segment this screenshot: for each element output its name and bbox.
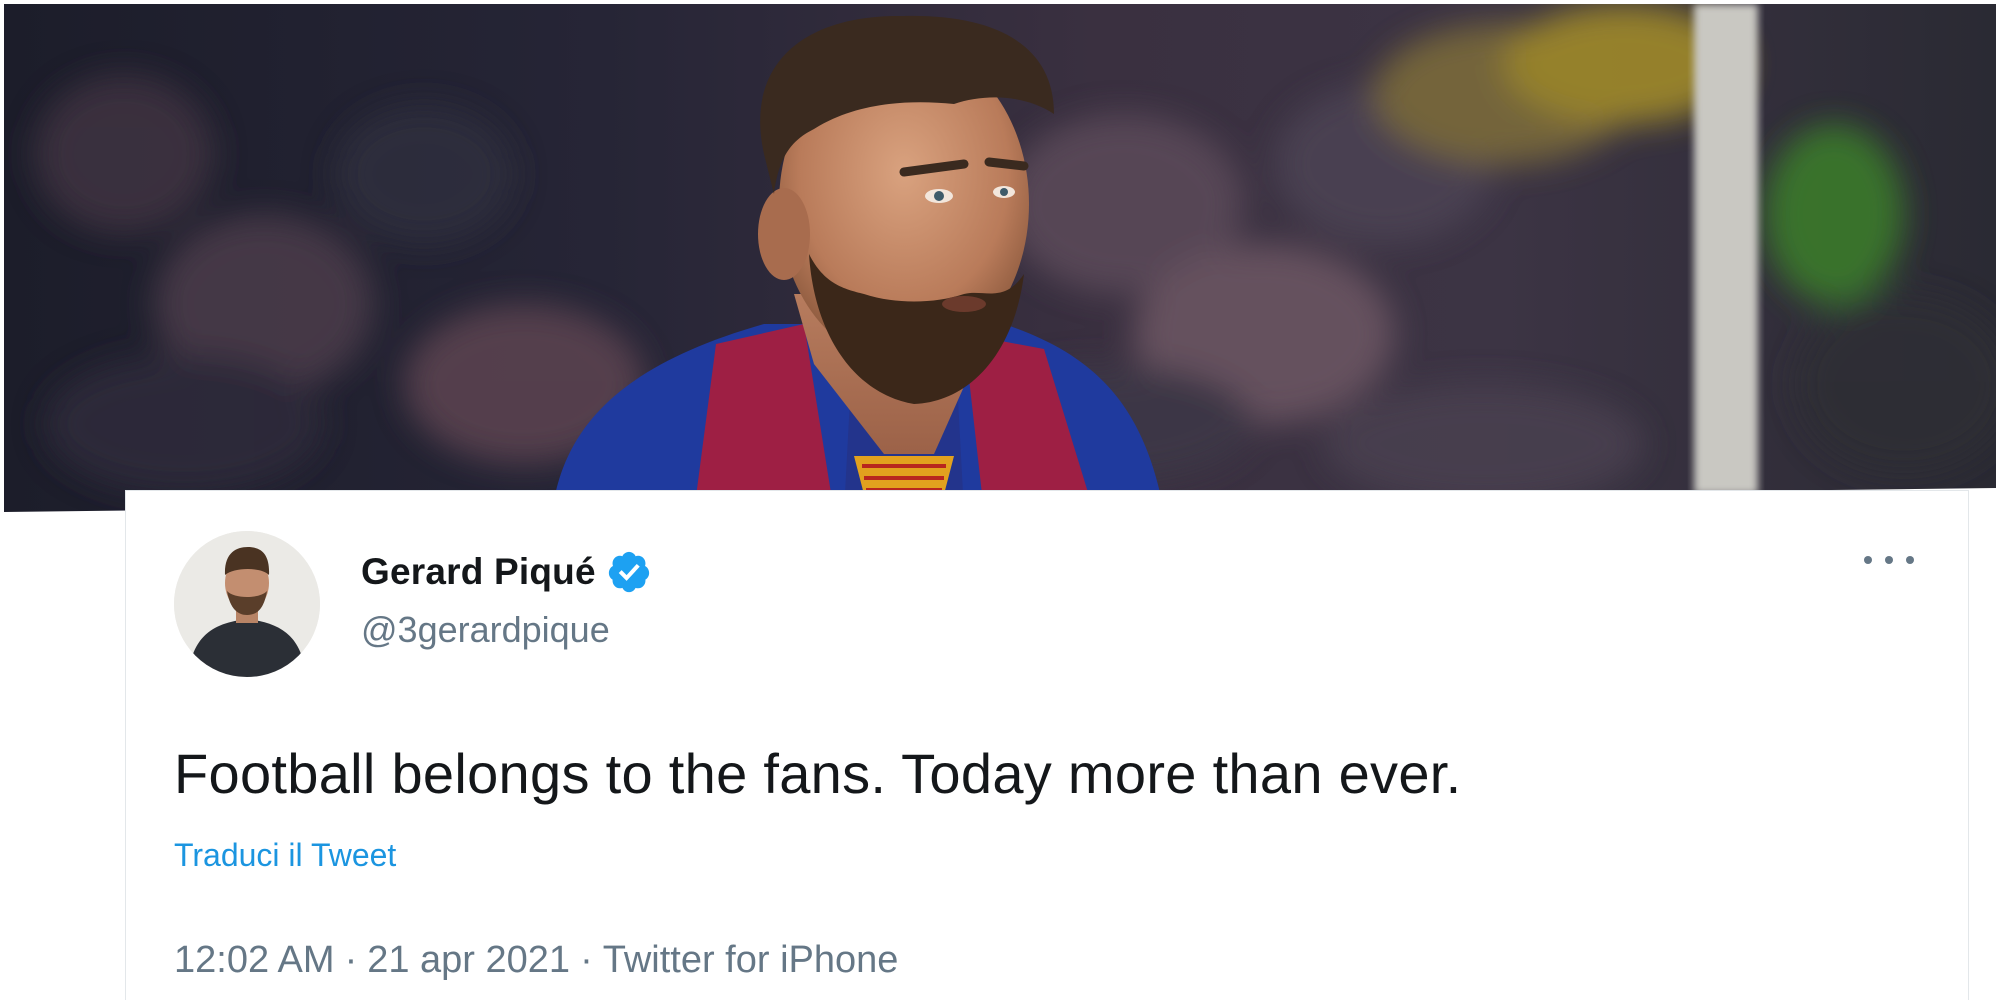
tweet-card: Gerard Piqué @3gerardpique Football belo… — [125, 490, 1969, 1000]
tweet-text: Football belongs to the fans. Today more… — [174, 742, 1462, 805]
separator: · — [344, 939, 358, 981]
avatar[interactable] — [174, 531, 320, 677]
translate-tweet-link[interactable]: Traduci il Tweet — [174, 837, 396, 874]
author-name[interactable]: Gerard Piqué — [361, 551, 596, 593]
tweet-date[interactable]: 21 apr 2021 — [367, 939, 570, 981]
verified-badge-icon — [608, 551, 649, 593]
tweet-time[interactable]: 12:02 AM — [174, 939, 335, 981]
separator: · — [580, 939, 593, 981]
author-row[interactable]: Gerard Piqué — [361, 549, 652, 595]
more-dot — [1885, 556, 1893, 564]
player-photo-illustration — [34, 4, 1996, 512]
more-dot — [1906, 556, 1914, 564]
avatar-portrait — [174, 531, 320, 677]
tweet-source[interactable]: Twitter for iPhone — [603, 939, 899, 981]
header-photo — [4, 4, 1996, 512]
more-dot — [1864, 556, 1872, 564]
more-options-icon[interactable] — [1864, 545, 1914, 575]
author-handle[interactable]: @3gerardpique — [361, 609, 610, 651]
tweet-metadata: 12:02 AM · 21 apr 2021 · Twitter for iPhone — [174, 939, 898, 982]
